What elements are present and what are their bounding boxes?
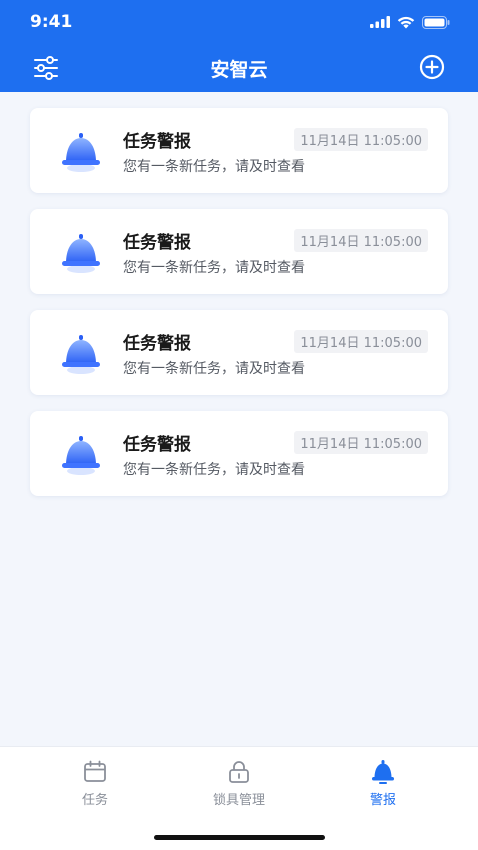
alert-card[interactable]: 任务警报 11月14日 11:05:00 您有一条新任务，请及时查看 [30,209,448,294]
alert-time: 11月14日 11:05:00 [294,229,428,252]
app-header: 9:41 安智云 [0,0,478,92]
bell-icon [372,760,394,784]
calendar-icon [84,760,106,782]
tab-label: 任务 [81,793,108,808]
tab-label: 警报 [369,793,396,808]
bell-icon [62,234,100,273]
plus-circle-icon[interactable] [418,53,446,81]
alert-list: 任务警报 11月14日 11:05:00 您有一条新任务，请及时查看 任务警报 … [30,108,448,512]
tab-tasks[interactable]: 任务 [35,759,155,813]
status-bar: 9:41 [0,0,478,44]
bell-icon [62,133,100,172]
nav-bar: 安智云 [0,44,478,92]
battery-icon [422,15,450,29]
alert-title: 任务警报 [123,334,191,354]
alert-time: 11月14日 11:05:00 [294,431,428,454]
alert-card[interactable]: 任务警报 11月14日 11:05:00 您有一条新任务，请及时查看 [30,310,448,395]
alert-desc: 您有一条新任务，请及时查看 [123,260,305,276]
status-icons [370,14,450,30]
alert-desc: 您有一条新任务，请及时查看 [123,361,305,377]
alert-time: 11月14日 11:05:00 [294,330,428,353]
tab-label: 锁具管理 [212,793,265,808]
wifi-icon [397,16,415,28]
alert-desc: 您有一条新任务，请及时查看 [123,159,305,175]
alert-time: 11月14日 11:05:00 [294,128,428,151]
alert-card[interactable]: 任务警报 11月14日 11:05:00 您有一条新任务，请及时查看 [30,411,448,496]
bell-icon [62,436,100,475]
tab-lock-management[interactable]: 锁具管理 [179,759,299,813]
cellular-signal-icon [370,16,390,28]
home-indicator [154,835,325,840]
tab-alerts[interactable]: 警报 [323,759,443,813]
alert-title: 任务警报 [123,233,191,253]
page-title: 安智云 [210,59,268,81]
lock-icon [229,761,249,783]
alert-title: 任务警报 [123,435,191,455]
alert-title: 任务警报 [123,132,191,152]
status-time: 9:41 [30,12,73,32]
bell-icon [62,335,100,374]
alert-card[interactable]: 任务警报 11月14日 11:05:00 您有一条新任务，请及时查看 [30,108,448,193]
alert-desc: 您有一条新任务，请及时查看 [123,462,305,478]
